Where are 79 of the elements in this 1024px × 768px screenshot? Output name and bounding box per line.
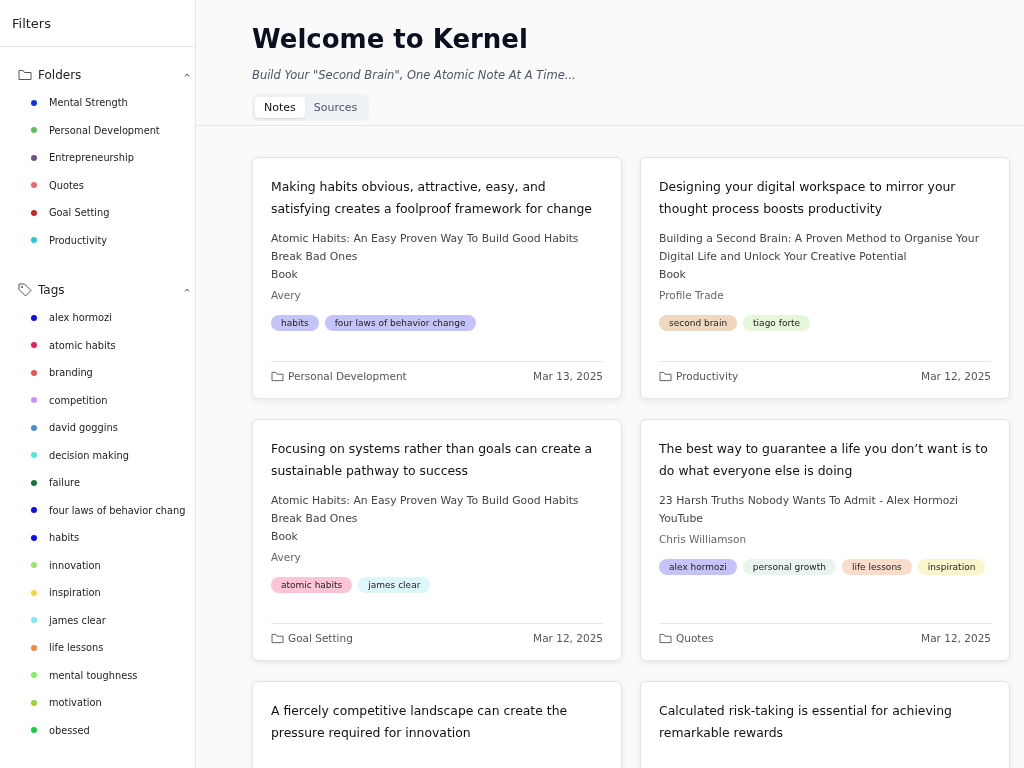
note-card[interactable] bbox=[252, 419, 622, 661]
source-text: Book bbox=[271, 529, 299, 545]
filter-item[interactable]: atomic habits bbox=[49, 339, 116, 351]
section-header[interactable]: Folders bbox=[18, 61, 194, 89]
folder-name: Quotes bbox=[676, 632, 714, 644]
tag-chip[interactable]: personal growth bbox=[742, 559, 836, 575]
chevron-icon bbox=[184, 288, 190, 292]
folder-icon bbox=[659, 370, 672, 382]
author-text: Profile Trade bbox=[659, 289, 725, 301]
note-card[interactable]: Calculated risk-taking is essential for achieving remarkable rewards bbox=[640, 681, 1010, 768]
filter-item[interactable]: Quotes bbox=[49, 179, 84, 191]
tag-icon bbox=[18, 283, 32, 297]
filter-item[interactable]: Productivity bbox=[49, 234, 108, 246]
filter-item[interactable]: Goal Setting bbox=[49, 207, 110, 219]
folder-icon bbox=[659, 632, 672, 644]
note-card[interactable] bbox=[640, 419, 1010, 661]
folder-name: Productivity bbox=[676, 370, 739, 382]
filter-item[interactable]: mental toughness bbox=[49, 669, 138, 681]
filter-item[interactable]: habits bbox=[49, 532, 80, 544]
tag-chip[interactable]: habits bbox=[271, 315, 319, 331]
note-card[interactable] bbox=[252, 157, 622, 399]
folder-name: Personal Development bbox=[288, 370, 407, 382]
note-title: The best way to guarantee a life you don’t want is to do what everyone else is doing bbox=[659, 440, 989, 480]
filter-item[interactable]: branding bbox=[49, 367, 93, 379]
tab[interactable]: Sources bbox=[304, 97, 367, 118]
note-card[interactable] bbox=[640, 157, 1010, 399]
folder-icon bbox=[271, 632, 284, 644]
note-title: Making habits obvious, attractive, easy, and satisfying creates a foolproof framework for change bbox=[271, 178, 593, 218]
filter-item[interactable]: failure bbox=[49, 477, 80, 489]
filter-item[interactable]: Entrepreneurship bbox=[49, 152, 134, 164]
source-text: Book bbox=[659, 267, 687, 283]
filter-item[interactable]: four laws of behavior chang bbox=[49, 504, 186, 516]
note-date: Mar 13, 2025 bbox=[533, 370, 603, 382]
author-text: Chris Williamson bbox=[659, 533, 748, 545]
source-text: Atomic Habits: An Easy Proven Way To Build Good Habits Break Bad Ones bbox=[271, 231, 580, 265]
tag-chip[interactable]: four laws of behavior change bbox=[324, 315, 476, 331]
filter-item[interactable]: obessed bbox=[49, 724, 90, 736]
note-date: Mar 12, 2025 bbox=[533, 632, 603, 644]
note-title: A fiercely competitive landscape can create the pressure required for innovation bbox=[271, 702, 569, 742]
note-date: Mar 12, 2025 bbox=[921, 632, 991, 644]
author-text: Avery bbox=[271, 551, 302, 563]
page-subtitle: Build Your "Second Brain", One Atomic Note At A Time... bbox=[252, 68, 577, 82]
source-text: Building a Second Brain: A Proven Method to Organise Your Digital Life and Unlock Your Creative Potential bbox=[659, 231, 981, 265]
filter-item[interactable]: competition bbox=[49, 394, 108, 406]
note-title: Calculated risk-taking is essential for achieving remarkable rewards bbox=[659, 702, 953, 742]
filter-item[interactable]: decision making bbox=[49, 449, 129, 461]
filter-item[interactable]: david goggins bbox=[49, 422, 118, 434]
tag-chip[interactable]: alex hormozi bbox=[659, 559, 737, 575]
note-title: Designing your digital workspace to mirror your thought process boosts productivity bbox=[659, 178, 957, 218]
folder-icon bbox=[271, 370, 284, 382]
chevron-icon bbox=[184, 73, 190, 77]
tag-chip[interactable]: life lessons bbox=[841, 559, 912, 575]
filter-item[interactable]: inspiration bbox=[49, 587, 101, 599]
source-text: 23 Harsh Truths Nobody Wants To Admit - Alex Hormozi bbox=[659, 493, 959, 509]
tag-chip[interactable]: inspiration bbox=[917, 559, 986, 575]
note-title: Focusing on systems rather than goals can create a sustainable pathway to success bbox=[271, 440, 594, 480]
tag-chip[interactable]: second brain bbox=[659, 315, 738, 331]
folder-name: Goal Setting bbox=[288, 632, 353, 644]
folder-icon bbox=[18, 69, 32, 81]
page-title: Welcome to Kernel bbox=[252, 24, 529, 54]
filter-item[interactable]: life lessons bbox=[49, 642, 104, 654]
tag-chip[interactable]: atomic habits bbox=[271, 577, 353, 593]
filter-item[interactable]: motivation bbox=[49, 697, 102, 709]
section-header[interactable]: Tags bbox=[18, 276, 194, 304]
tag-chip[interactable]: tiago forte bbox=[743, 315, 811, 331]
note-date: Mar 12, 2025 bbox=[921, 370, 991, 382]
note-card[interactable]: A fiercely competitive landscape can create the pressure required for innovation bbox=[252, 681, 622, 768]
tag-chip[interactable]: james clear bbox=[358, 577, 431, 593]
tab[interactable]: Notes bbox=[255, 97, 305, 118]
source-text: Book bbox=[271, 267, 299, 283]
filter-item[interactable]: Personal Development bbox=[49, 124, 160, 136]
filter-item[interactable]: innovation bbox=[49, 559, 101, 571]
source-text: YouTube bbox=[659, 511, 704, 527]
filter-item[interactable]: Mental Strength bbox=[49, 97, 128, 109]
filter-item[interactable]: alex hormozi bbox=[49, 312, 112, 324]
sidebar-title: Filters bbox=[12, 15, 51, 31]
filter-item[interactable]: james clear bbox=[49, 614, 106, 626]
source-text: Atomic Habits: An Easy Proven Way To Build Good Habits Break Bad Ones bbox=[271, 493, 580, 527]
author-text: Avery bbox=[271, 289, 302, 301]
